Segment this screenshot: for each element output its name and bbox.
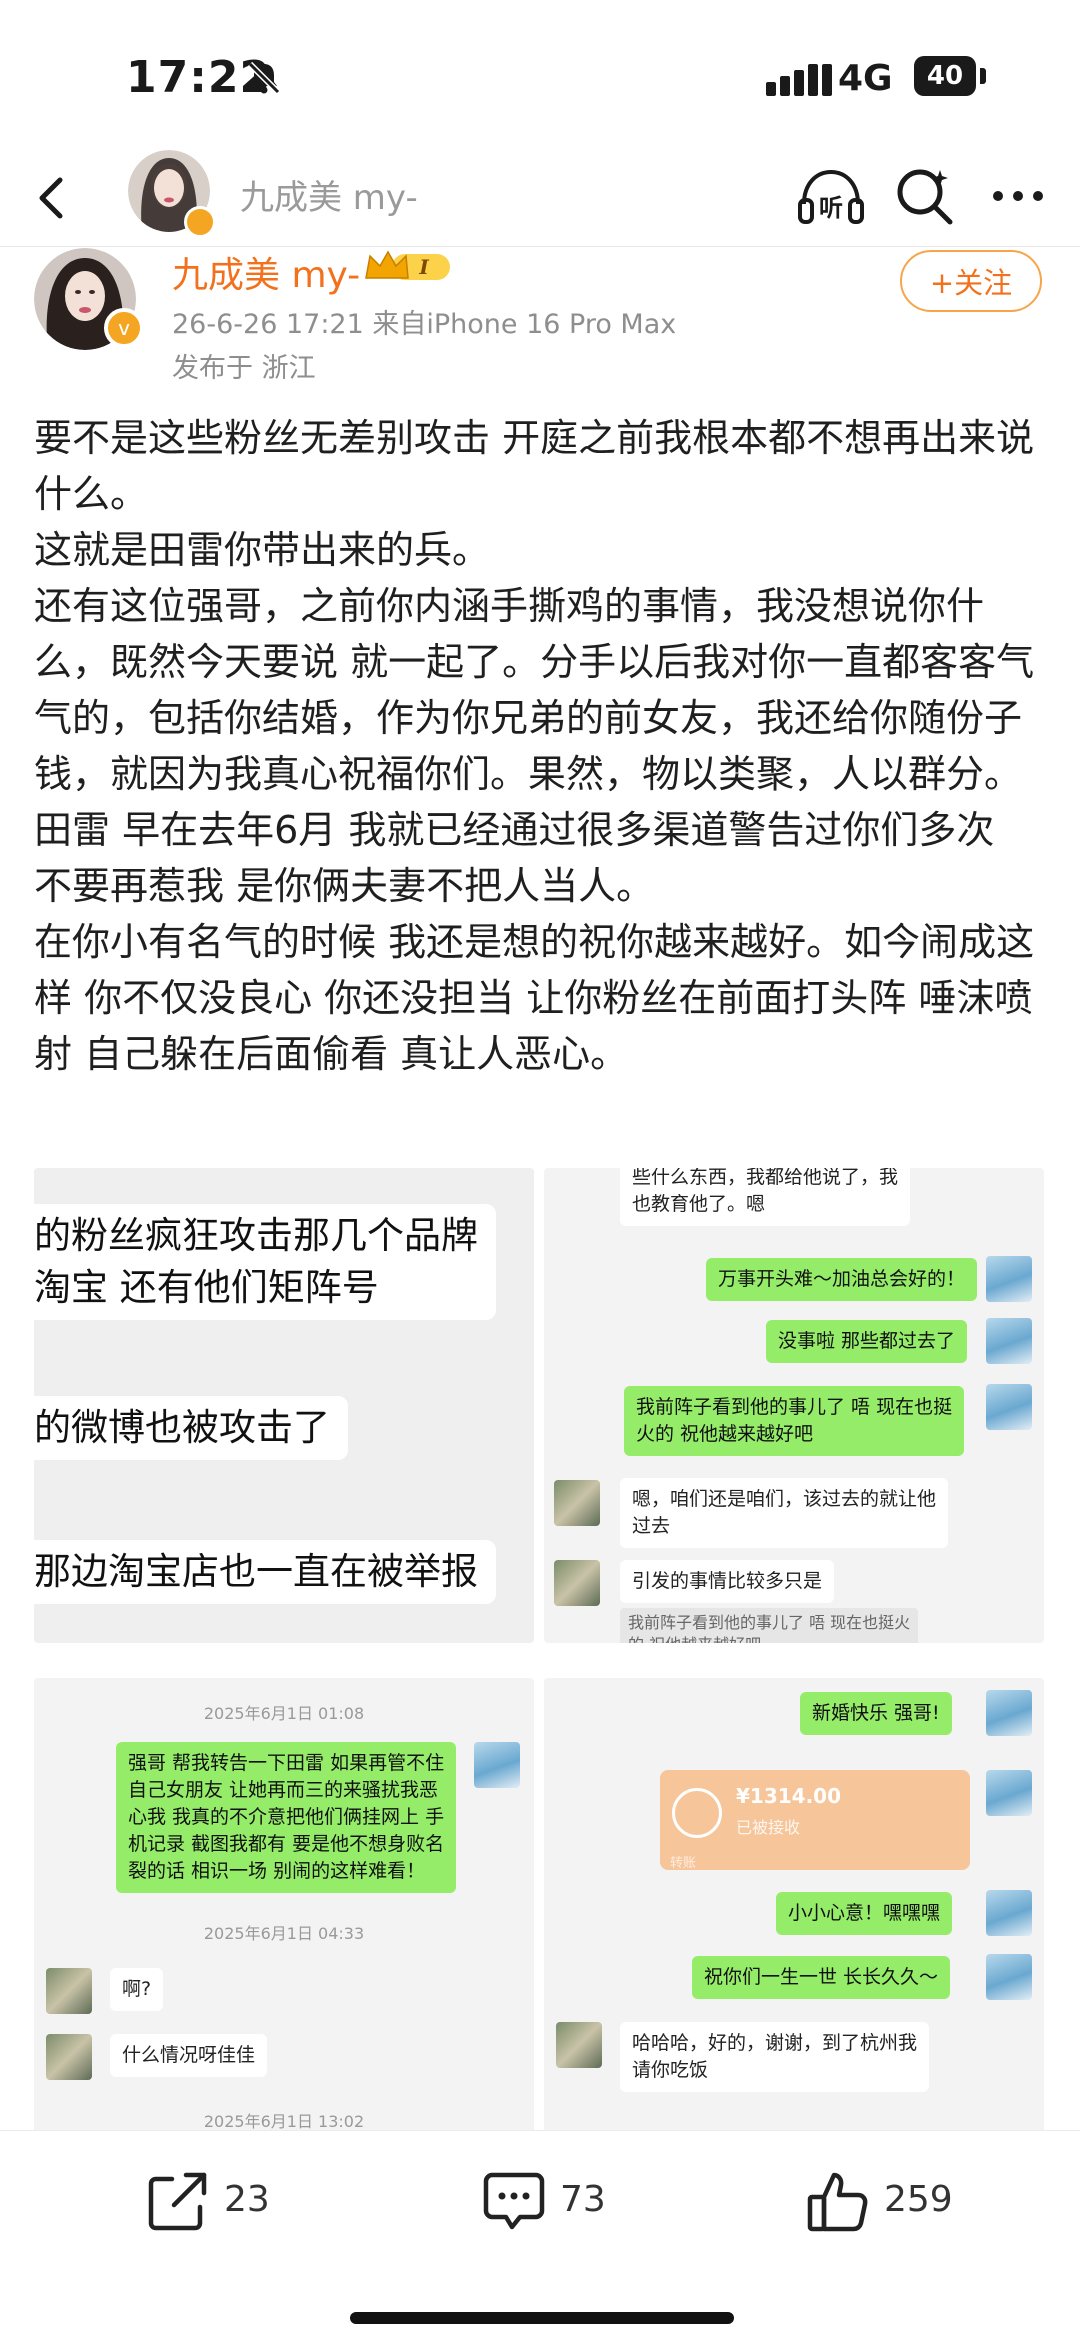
chat-bubble: 没事啦 那些都过去了: [766, 1320, 968, 1363]
battery-indicator: 40: [914, 56, 976, 96]
post-image-1[interactable]: 的粉丝疯狂攻击那几个品牌 淘宝 还有他们矩阵号 的微博也被攻击了 那边淘宝店也一…: [34, 1168, 534, 1643]
follow-button[interactable]: +关注: [900, 250, 1042, 312]
chat-bubble: 小小心意！嘿嘿嘿: [776, 1892, 953, 1935]
author-name[interactable]: 九成美 my-: [172, 246, 360, 298]
badge-level-text: I: [418, 255, 429, 279]
crown-level-badge-icon: I: [365, 250, 450, 280]
signal-icon: [766, 64, 832, 96]
chat-bubble: 哈哈哈，好的，谢谢，到了杭州我 请你吃饭: [620, 2022, 930, 2092]
quoted-message: 我前阵子看到他的事儿了 唔 现在也挺火 的 祝他越来越好吧: [620, 1608, 919, 1643]
more-options-icon[interactable]: [986, 164, 1050, 228]
share-count: 23: [224, 2179, 270, 2220]
post-location: 发布于 浙江: [172, 353, 316, 384]
top-nav-bar: 九成美 my- 听: [0, 150, 1080, 247]
chat-bubble: 啊?: [110, 1968, 164, 2011]
nav-username[interactable]: 九成美 my-: [240, 170, 418, 219]
post-image-2[interactable]: 些什么东西，我都给他说了，我 也教育他了。嗯 万事开头难～加油总会好的！ 没事啦…: [544, 1168, 1044, 1643]
chat-avatar: [46, 2034, 92, 2080]
chat-timestamp: 2025年6月1日 01:08: [203, 1704, 365, 1723]
chat-bubble: 新婚快乐 强哥!: [800, 1692, 952, 1735]
chat-avatar: [986, 1690, 1032, 1736]
chat-bubble: 的粉丝疯狂攻击那几个品牌 淘宝 还有他们矩阵号: [34, 1204, 496, 1320]
chat-avatar: [556, 2022, 602, 2068]
post-paragraph: 田雷 早在去年6月 我就已经通过很多渠道警告过你们多次 不要再惹我 是你俩夫妻不…: [34, 808, 995, 908]
share-icon: [148, 2172, 207, 2231]
status-bar: 17:22 4G 40: [0, 0, 1080, 150]
post-image-4[interactable]: 新婚快乐 强哥! ¥1314.00 已被接收 转账 小小心意！嘿嘿嘿 祝你们一生…: [544, 1678, 1044, 2153]
transfer-footer: 转账: [670, 1856, 697, 1871]
chat-avatar: [474, 1742, 520, 1788]
verified-badge-icon: [184, 206, 216, 238]
chat-avatar: [986, 1384, 1032, 1430]
chat-bubble: 那边淘宝店也一直在被举报: [34, 1540, 496, 1604]
post-paragraph: 要不是这些粉丝无差别攻击 开庭之前我根本都不想再出来说什么。: [34, 416, 1035, 516]
check-circle-icon: [672, 1788, 722, 1838]
chat-avatar: [46, 1968, 92, 2014]
chat-avatar: [554, 1480, 600, 1526]
chat-timestamp: 2025年6月1日 04:33: [203, 1924, 365, 1943]
svg-text:听: 听: [819, 194, 843, 222]
chat-avatar: [986, 1256, 1032, 1302]
comment-count: 73: [560, 2179, 606, 2220]
network-type: 4G: [838, 58, 893, 99]
chat-avatar: [986, 1890, 1032, 1936]
chat-bubble: 祝你们一生一世 长长久久～: [692, 1956, 951, 1999]
money-transfer-card: ¥1314.00 已被接收 转账: [660, 1770, 970, 1871]
chat-avatar: [554, 1560, 600, 1606]
bottom-action-bar: 23 73 259: [0, 2130, 1080, 2271]
thumbs-up-icon: [807, 2172, 868, 2232]
chat-bubble: 什么情况呀佳佳: [110, 2034, 268, 2077]
post-paragraph: 在你小有名气的时候 我还是想的祝你越来越好。如今闹成这样 你不仅没良心 你还没担…: [34, 920, 1035, 1076]
image-grid: 的粉丝疯狂攻击那几个品牌 淘宝 还有他们矩阵号 的微博也被攻击了 那边淘宝店也一…: [34, 1168, 1046, 2153]
transfer-status: 已被接收: [736, 1818, 801, 1837]
back-arrow-icon[interactable]: [24, 168, 84, 228]
mute-bell-icon: [247, 61, 281, 95]
search-icon[interactable]: [892, 164, 956, 228]
chat-bubble: 强哥 帮我转告一下田雷 如果再管不住 自己女朋友 让她再而三的来骚扰我恶 心我 …: [116, 1742, 457, 1893]
chat-bubble: 嗯，咱们还是咱们，该过去的就让他 过去: [620, 1478, 949, 1548]
home-indicator[interactable]: [350, 2312, 734, 2324]
post-body: 要不是这些粉丝无差别攻击 开庭之前我根本都不想再出来说什么。 这就是田雷你带出来…: [34, 410, 1044, 1082]
chat-timestamp: 2025年6月1日 13:02: [203, 2112, 365, 2131]
transfer-amount: ¥1314.00: [736, 1784, 842, 1808]
chat-avatar: [986, 1954, 1032, 2000]
like-count: 259: [884, 2179, 953, 2220]
chat-avatar: [986, 1318, 1032, 1364]
post-meta: 26-6-26 17:21 来自iPhone 16 Pro Max: [172, 309, 677, 340]
chat-avatar: [986, 1770, 1032, 1816]
post-image-3[interactable]: 2025年6月1日 01:08 强哥 帮我转告一下田雷 如果再管不住 自己女朋友…: [34, 1678, 534, 2153]
chat-bubble: 我前阵子看到他的事儿了 唔 现在也挺 火的 祝他越来越好吧: [624, 1386, 965, 1456]
comment-icon: [483, 2172, 545, 2230]
listen-icon[interactable]: 听: [796, 164, 866, 228]
battery-tip: [980, 68, 986, 84]
post-paragraph: 还有这位强哥，之前你内涵手撕鸡的事情，我没想说你什么，既然今天要说 就一起了。分…: [34, 584, 1035, 796]
chat-bubble: 引发的事情比较多只是: [620, 1560, 835, 1603]
chat-bubble: 些什么东西，我都给他说了，我 也教育他了。嗯: [620, 1168, 911, 1226]
verified-badge-icon: v: [104, 308, 144, 348]
chat-bubble: 的微博也被攻击了: [34, 1396, 348, 1460]
chat-bubble: 万事开头难～加油总会好的！: [706, 1258, 978, 1301]
post-paragraph: 这就是田雷你带出来的兵。: [34, 528, 491, 572]
